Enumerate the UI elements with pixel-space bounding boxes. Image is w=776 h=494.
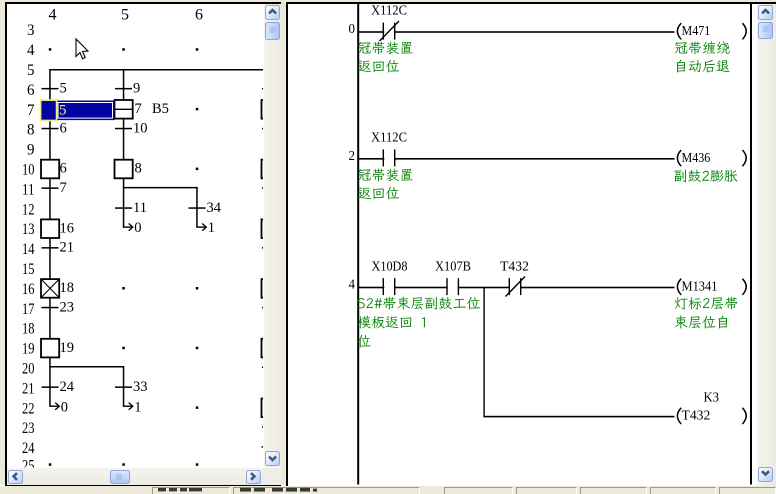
svg-text:18: 18 [22,321,35,338]
svg-text:T432: T432 [682,409,711,424]
svg-text:10: 10 [22,162,35,179]
svg-text:6: 6 [27,82,35,99]
svg-text:19: 19 [60,340,75,356]
svg-text:X107B: X107B [435,260,471,275]
svg-text:12: 12 [22,201,35,218]
svg-text:34: 34 [207,200,222,216]
svg-text:2: 2 [349,149,356,164]
svg-text:M471: M471 [682,24,711,39]
svg-text:1: 1 [208,220,215,236]
svg-text:22: 22 [22,400,35,417]
svg-text:6: 6 [195,7,203,24]
svg-text:4: 4 [349,278,356,293]
svg-text:5: 5 [27,62,35,79]
svg-text:B5: B5 [152,101,169,117]
svg-text:18: 18 [60,280,75,296]
svg-text:5: 5 [59,103,67,119]
svg-text:X10D8: X10D8 [372,260,408,275]
svg-text:14: 14 [22,241,35,258]
svg-text:X112C: X112C [371,4,407,19]
svg-text:9: 9 [27,142,35,159]
svg-text:T432: T432 [500,260,529,275]
svg-text:7: 7 [135,101,142,117]
svg-text:17: 17 [22,301,35,318]
svg-text:4: 4 [49,7,57,24]
svg-text:21: 21 [60,240,75,256]
svg-text:20: 20 [22,361,35,378]
svg-text:3: 3 [27,22,35,39]
svg-text:8: 8 [135,161,142,177]
svg-text:16: 16 [22,281,35,298]
svg-text:0: 0 [134,220,141,236]
svg-text:M436: M436 [682,151,711,166]
svg-text:23: 23 [22,420,35,437]
svg-text:21: 21 [22,380,35,397]
svg-text:24: 24 [22,440,35,457]
svg-text:11: 11 [22,181,35,198]
svg-text:33: 33 [133,379,148,395]
svg-text:11: 11 [133,200,147,216]
svg-text:16: 16 [60,220,75,236]
svg-text:1: 1 [134,399,141,415]
svg-text:4: 4 [27,42,35,59]
svg-text:19: 19 [22,341,35,358]
svg-text:23: 23 [60,299,75,315]
svg-text:X112C: X112C [371,130,407,145]
svg-text:10: 10 [133,120,148,136]
svg-text:15: 15 [22,261,35,278]
svg-text:7: 7 [60,180,67,196]
svg-text:6: 6 [60,161,67,177]
svg-text:25: 25 [22,458,35,475]
svg-text:9: 9 [133,81,140,97]
svg-text:M1341: M1341 [682,280,718,295]
svg-text:8: 8 [27,122,35,139]
svg-text:7: 7 [27,102,35,119]
svg-text:13: 13 [22,221,35,238]
svg-text:6: 6 [60,120,67,136]
svg-text:5: 5 [121,7,129,24]
svg-text:5: 5 [60,81,67,97]
svg-text:0: 0 [349,22,356,37]
svg-text:0: 0 [61,399,68,415]
svg-text:K3: K3 [704,391,720,406]
svg-text:24: 24 [60,379,75,395]
